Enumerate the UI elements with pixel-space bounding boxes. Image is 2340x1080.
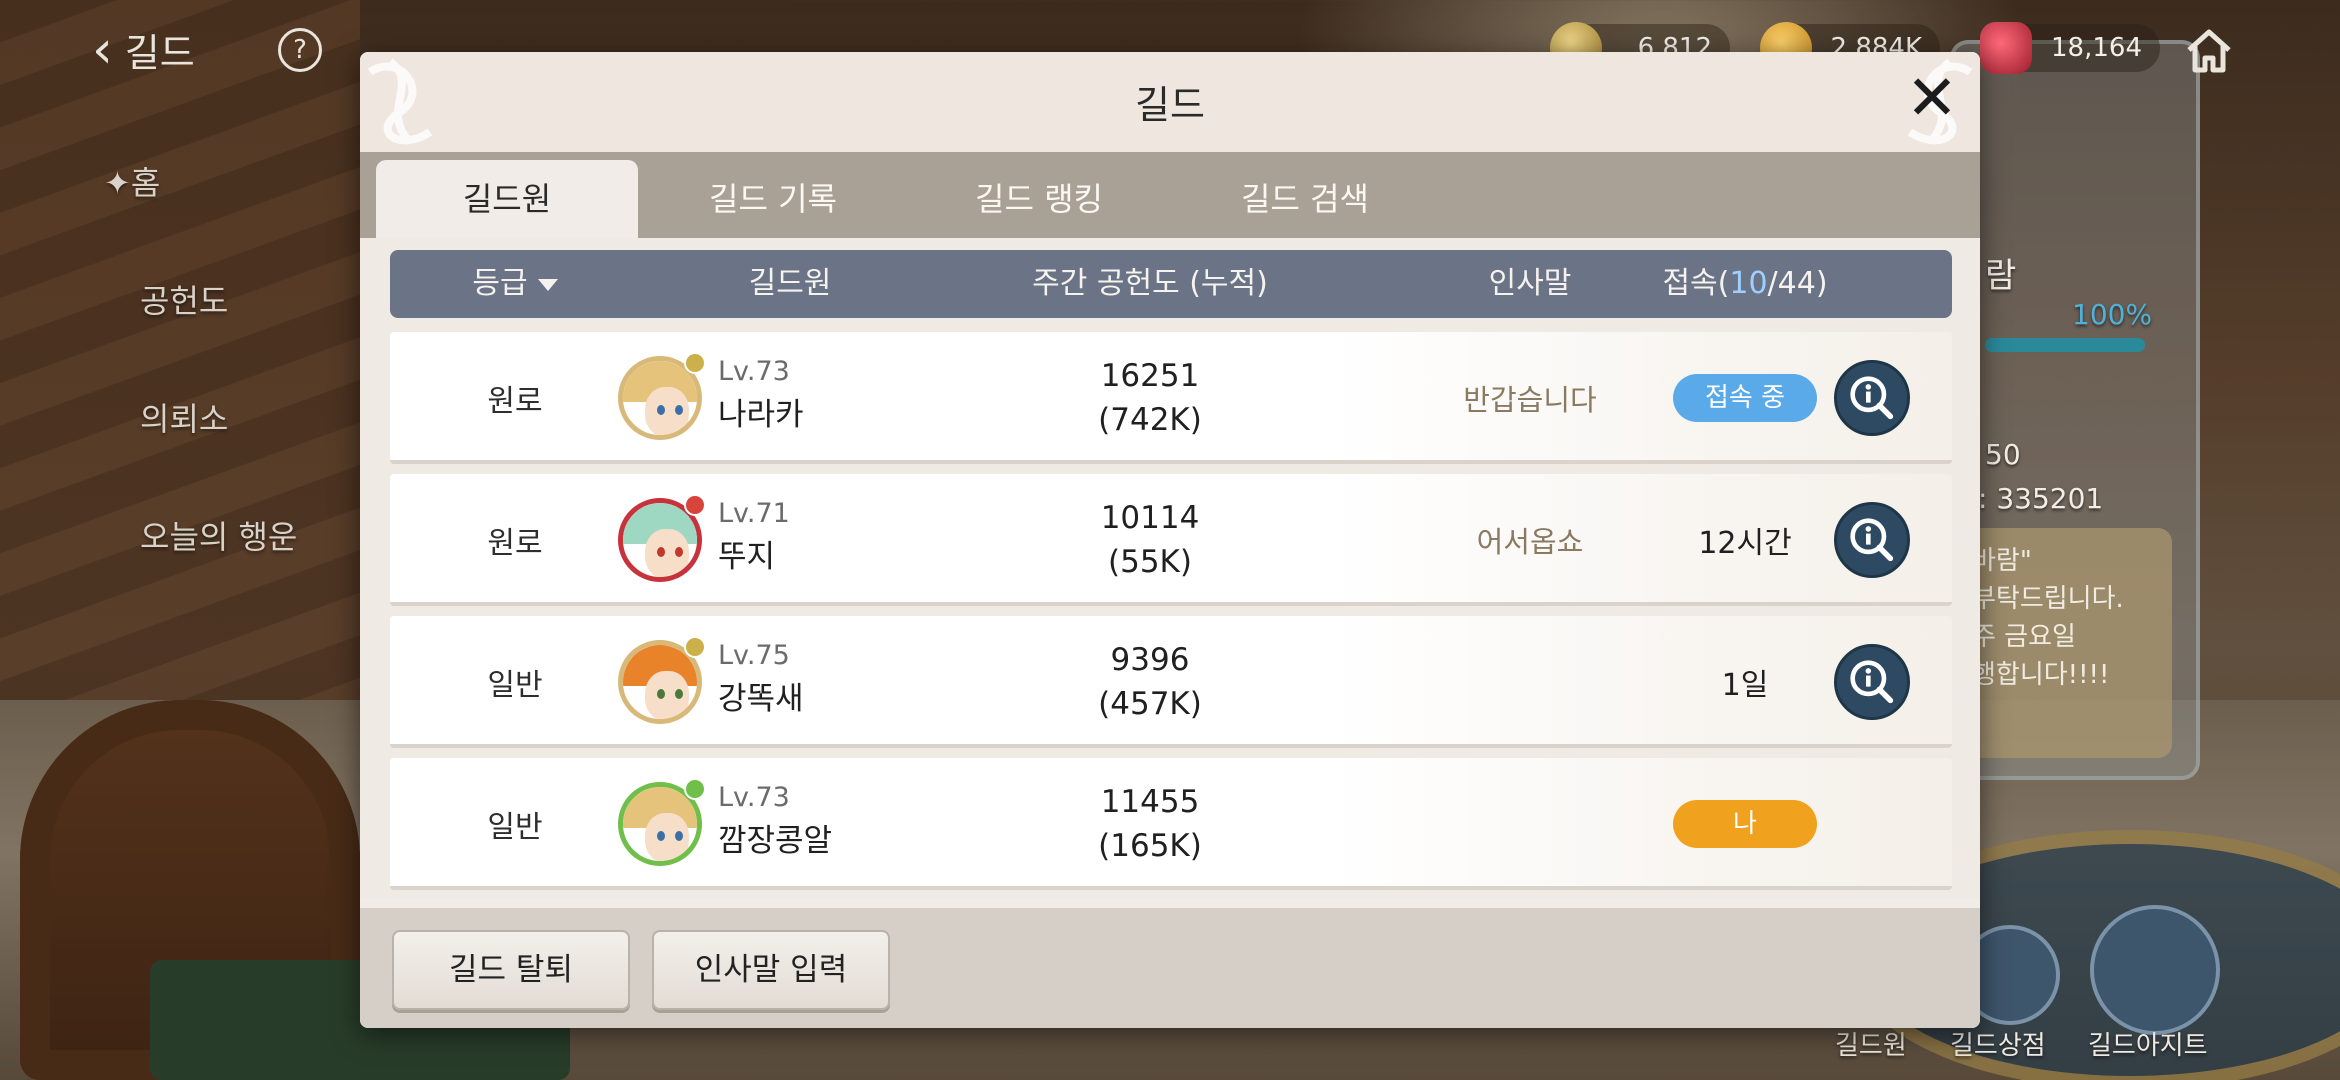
- member-contribution: 9396 (457K): [1098, 642, 1202, 722]
- member-grade: 일반: [487, 810, 543, 845]
- rank-star-icon: [684, 778, 706, 800]
- back-button[interactable]: ‹ 길드: [92, 22, 195, 77]
- bottom-label-hideout: 길드아지트: [2088, 1031, 2208, 1061]
- member-level: Lv.75: [718, 640, 790, 671]
- member-row[interactable]: 원로 Lv.71 뚜지 10114 (55K) 어서옵쇼 12시간: [390, 474, 1952, 606]
- bottom-label-shop: 길드상점: [1950, 1031, 2046, 1061]
- screen-title: 길드: [124, 31, 195, 75]
- side-menu-request[interactable]: 의뢰소: [140, 394, 228, 440]
- chevron-left-icon: ‹: [92, 19, 113, 80]
- member-info-button[interactable]: [1834, 502, 1910, 578]
- member-level: Lv.73: [718, 356, 790, 387]
- member-level: Lv.71: [718, 498, 790, 529]
- tab-guild-log[interactable]: 길드 기록: [642, 160, 904, 238]
- guild-stat-2: : 335201: [1978, 482, 2104, 515]
- enter-greeting-button[interactable]: 인사말 입력: [652, 930, 890, 1010]
- guild-notice-box: 바람" 부탁드립니다. 주 금요일 행합니다!!!!: [1960, 528, 2172, 758]
- sparkle-icon: ✦: [104, 164, 131, 202]
- tab-guild-ranking[interactable]: 길드 랭킹: [908, 160, 1170, 238]
- member-info: Lv.73 나라카: [718, 356, 804, 434]
- column-greeting: 인사말: [1488, 266, 1572, 301]
- member-row[interactable]: 원로 Lv.73 나라카 16251 (742K) 반갑습니다 접속 중: [390, 332, 1952, 464]
- table-header: 등급 길드원 주간 공헌도 (누적) 인사말 접속(10/44): [390, 250, 1952, 318]
- member-greeting: 반갑습니다: [1463, 383, 1597, 417]
- guild-modal: 길드 ✕ 길드원 길드 기록 길드 랭킹 길드 검색 등급 길드원 주간 공헌도…: [360, 52, 1980, 1028]
- me-badge: 나: [1673, 800, 1817, 848]
- member-last-seen: 1일: [1721, 668, 1769, 703]
- member-info: Lv.71 뚜지: [718, 498, 790, 576]
- rank-star-icon: [684, 352, 706, 374]
- side-menu-home[interactable]: ✦홈: [104, 158, 160, 204]
- home-icon[interactable]: [2183, 24, 2235, 76]
- side-menu-contribution[interactable]: 공헌도: [140, 276, 228, 322]
- member-info: Lv.75 강똑새: [718, 640, 804, 718]
- guild-name-fragment: 람: [1985, 256, 2017, 296]
- member-connection: 나: [1650, 758, 1840, 890]
- member-contribution: 11455 (165K): [1098, 784, 1202, 864]
- member-grade: 일반: [487, 668, 543, 703]
- member-row-self[interactable]: 일반 Lv.73 깜장콩알 11455 (165K) 나: [390, 758, 1952, 890]
- column-member: 길드원: [748, 266, 832, 301]
- member-info-button[interactable]: [1834, 644, 1910, 720]
- member-greeting: [1410, 758, 1650, 890]
- rank-star-icon: [684, 636, 706, 658]
- guild-hideout-button[interactable]: [2090, 905, 2220, 1035]
- rose-badge-icon: [684, 494, 706, 516]
- leave-guild-button[interactable]: 길드 탈퇴: [392, 930, 630, 1010]
- bottom-label-members: 길드원: [1835, 1031, 1907, 1061]
- sort-down-icon: [537, 278, 558, 291]
- member-greeting: 어서옵쇼: [1476, 525, 1584, 559]
- tab-members[interactable]: 길드원: [376, 160, 638, 238]
- guild-stat-1: 50: [1985, 438, 2021, 471]
- close-icon[interactable]: ✕: [1900, 66, 1964, 130]
- resource-gem[interactable]: 18,164: [1980, 22, 2160, 74]
- guild-progress-bar: [1985, 338, 2145, 352]
- member-row[interactable]: 일반 Lv.75 강똑새 9396 (457K) 1일: [390, 616, 1952, 748]
- member-name: 강똑새: [718, 681, 804, 717]
- member-level: Lv.73: [718, 782, 790, 813]
- column-weekly-contribution: 주간 공헌도 (누적): [1032, 266, 1268, 301]
- red-gem-icon: [1980, 22, 2032, 74]
- modal-title: 길드: [1135, 83, 1205, 127]
- member-info-button[interactable]: [1834, 360, 1910, 436]
- member-grade: 원로: [487, 526, 543, 561]
- online-badge: 접속 중: [1673, 374, 1817, 422]
- member-connection: 접속 중: [1650, 332, 1840, 464]
- online-count: 10: [1729, 266, 1768, 301]
- tab-guild-search[interactable]: 길드 검색: [1174, 160, 1436, 238]
- member-last-seen: 12시간: [1698, 526, 1792, 561]
- member-grade: 원로: [487, 384, 543, 419]
- member-info: Lv.73 깜장콩알: [718, 782, 832, 860]
- member-greeting: [1410, 616, 1650, 748]
- member-name: 나라카: [718, 397, 804, 433]
- member-contribution: 16251 (742K): [1098, 358, 1202, 438]
- guild-progress-text: 100%: [2072, 298, 2153, 331]
- side-menu-fortune[interactable]: 오늘의 행운: [140, 512, 297, 558]
- member-name: 깜장콩알: [718, 823, 833, 859]
- member-name: 뚜지: [718, 539, 776, 575]
- column-connection: 접속(10/44): [1662, 266, 1828, 301]
- member-contribution: 10114 (55K): [1100, 500, 1200, 580]
- column-grade-sort[interactable]: 등급: [390, 250, 640, 318]
- help-icon[interactable]: ?: [278, 28, 322, 72]
